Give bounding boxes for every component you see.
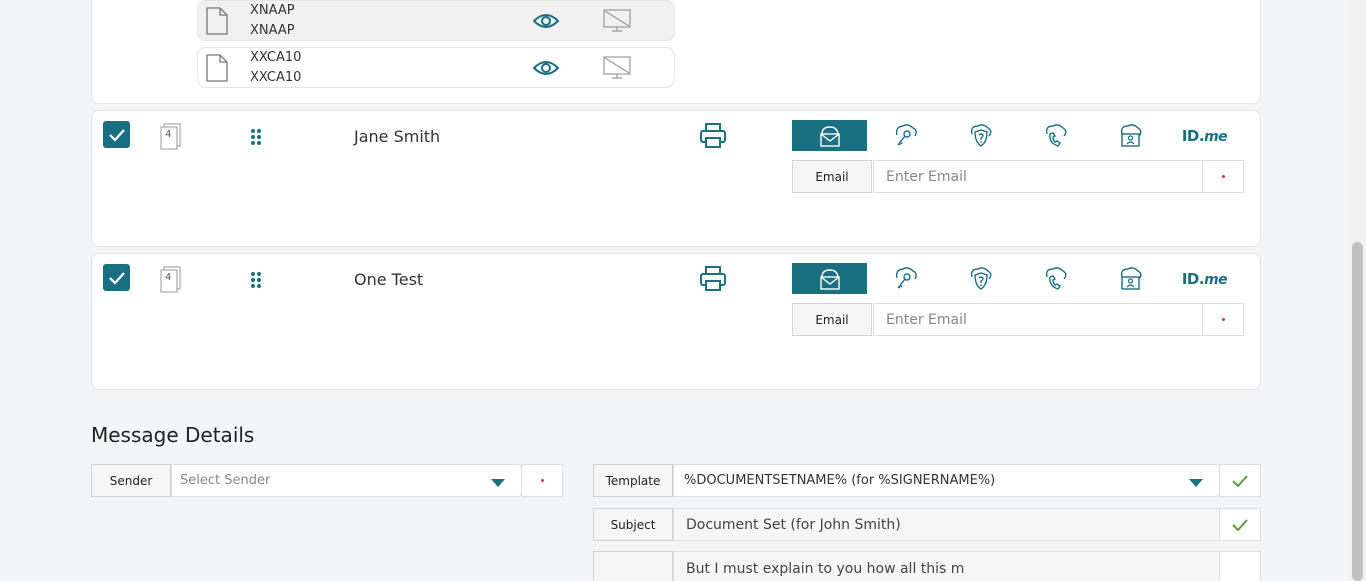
document-subname: XNAAP [250,23,295,38]
monitor-disabled-icon[interactable] [603,9,631,37]
check-icon [109,272,125,285]
auth-id-check-button[interactable] [1092,120,1167,151]
document-row[interactable]: XXCA10 XXCA10 [197,47,675,88]
signing-order-badge: 4 [165,272,172,283]
cloud-key-icon [895,123,917,145]
subject-input[interactable]: Document Set (for John Smith) [673,508,1220,541]
auth-method-bar: ID.me [792,263,1244,294]
auth-phone-button[interactable] [1017,263,1092,294]
auth-email-button[interactable] [792,263,867,294]
idme-logo: ID.me [1181,126,1228,145]
auth-question-button[interactable] [942,263,1017,294]
check-icon [109,129,125,142]
scrollbar-thumb[interactable] [1352,242,1363,581]
auth-idme-button[interactable]: ID.me [1167,120,1242,151]
signer-name: One Test [354,270,424,289]
idme-logo: ID.me [1181,269,1228,288]
cloud-phone-icon [1045,123,1066,147]
document-name: XNAAP [250,3,295,18]
auth-question-button[interactable] [942,120,1017,151]
valid-indicator [1219,464,1261,497]
template-select-value: %DOCUMENTSETNAME% (for %SIGNERNAME%) [684,473,996,488]
auth-idme-button[interactable]: ID.me [1167,263,1242,294]
document-icon [206,54,228,86]
signer-checkbox[interactable] [103,121,130,148]
printer-icon[interactable] [699,123,727,153]
auth-id-check-button[interactable] [1092,263,1167,294]
subject-label: Subject [593,508,673,541]
checkmark-icon [1232,518,1248,531]
auth-password-button[interactable] [867,120,942,151]
message-details-title: Message Details [91,423,255,447]
required-indicator [521,464,563,497]
cloud-phone-icon [1045,266,1066,290]
required-indicator [1202,160,1244,193]
dropdown-arrow-icon [1188,477,1204,492]
required-indicator [1202,303,1244,336]
document-subname: XXCA10 [250,70,302,85]
signing-order-badge: 4 [165,129,172,140]
message-body-textarea[interactable]: But I must explain to you how all this m [673,551,1220,581]
message-body-indicator [1219,551,1261,581]
drag-handle-icon[interactable] [250,271,262,293]
sender-label: Sender [91,464,171,497]
message-body-label [593,551,673,581]
sender-select-placeholder: Select Sender [180,473,271,488]
document-name: XXCA10 [250,50,302,65]
signing-order-icon[interactable]: 4 [160,266,182,298]
signing-order-icon[interactable]: 4 [160,123,182,155]
cloud-id-icon [1120,266,1141,290]
checkmark-icon [1232,474,1248,487]
preview-eye-icon[interactable] [532,60,560,80]
drag-handle-icon[interactable] [250,128,262,150]
auth-phone-button[interactable] [1017,120,1092,151]
document-row[interactable]: XNAAP XNAAP [197,0,675,41]
monitor-disabled-icon[interactable] [603,56,631,84]
signer-name: Jane Smith [354,127,441,146]
signer-checkbox[interactable] [103,264,130,291]
cloud-key-icon [895,266,917,288]
dropdown-arrow-icon [490,477,506,492]
shield-question-icon [970,266,991,290]
sender-select[interactable]: Select Sender [171,464,522,497]
cloud-email-icon [819,268,840,290]
auth-method-label: Email [792,160,872,193]
template-select[interactable]: %DOCUMENTSETNAME% (for %SIGNERNAME%) [673,464,1220,497]
preview-eye-icon[interactable] [532,13,560,33]
auth-password-button[interactable] [867,263,942,294]
printer-icon[interactable] [699,266,727,296]
signer-email-input[interactable]: Enter Email [873,160,1203,193]
auth-method-label: Email [792,303,872,336]
template-label: Template [593,464,673,497]
valid-indicator [1219,508,1261,541]
auth-email-button[interactable] [792,120,867,151]
shield-question-icon [970,123,991,147]
cloud-email-icon [819,125,840,147]
cloud-id-icon [1120,123,1141,147]
signer-email-input[interactable]: Enter Email [873,303,1203,336]
auth-method-bar: ID.me [792,120,1244,151]
document-icon [206,7,228,39]
